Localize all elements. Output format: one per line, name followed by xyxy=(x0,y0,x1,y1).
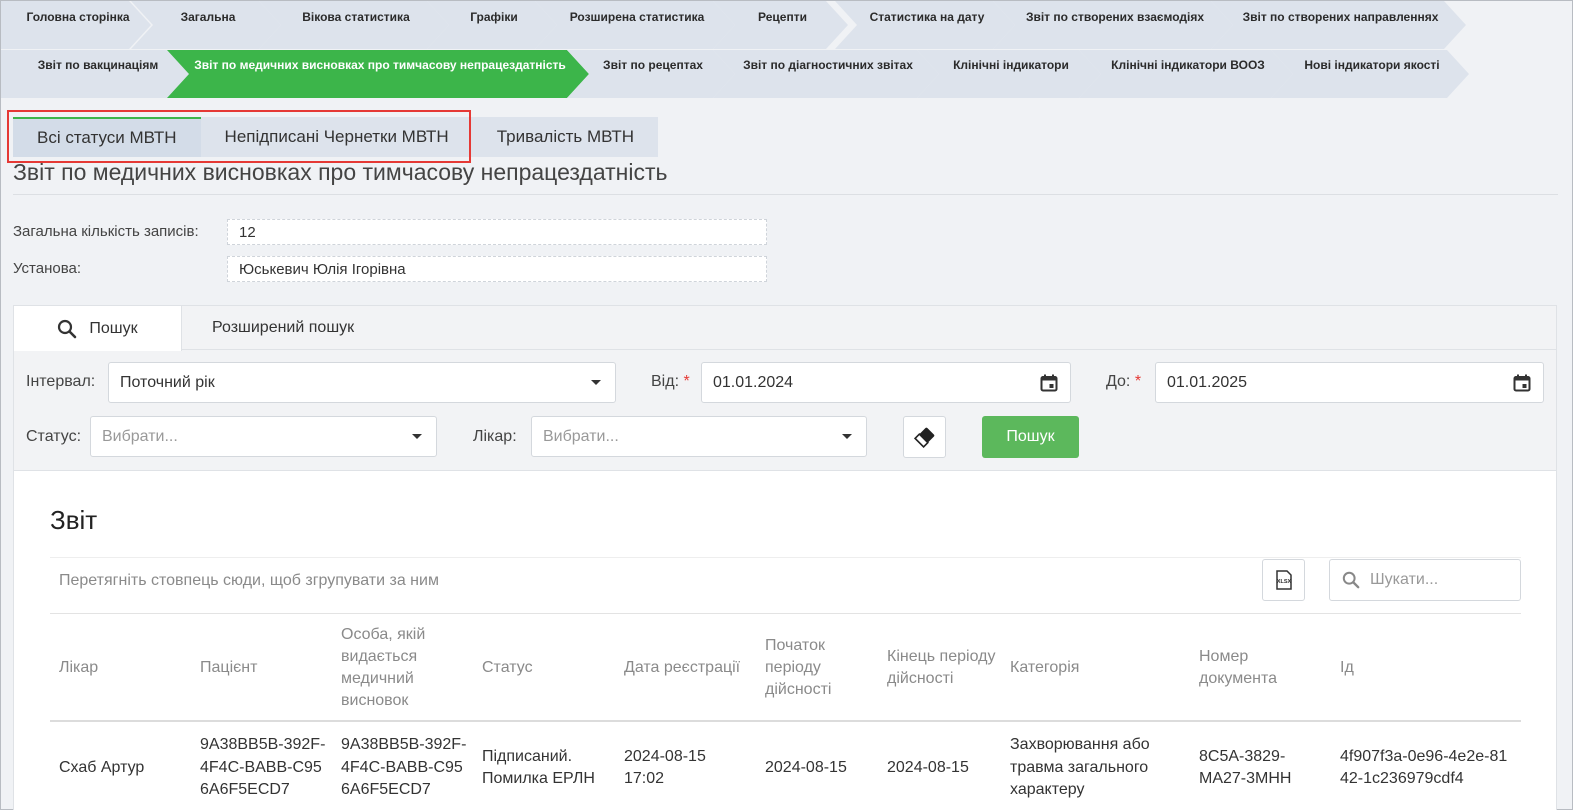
search-button[interactable]: Пошук xyxy=(982,416,1079,458)
from-date-input[interactable]: 01.01.2024 xyxy=(701,362,1071,403)
grid-header: Лікар Пацієнт Особа, якій видається меди… xyxy=(50,614,1521,722)
interval-value: Поточний рік xyxy=(120,373,215,391)
page-title: Звіт по медичних висновках про тимчасову… xyxy=(13,159,668,185)
chevron-down-icon xyxy=(842,434,852,439)
group-panel[interactable]: Перетягніть стовпець сюди, щоб згрупуват… xyxy=(50,557,1521,614)
search-tabs: Пошук Розширений пошук xyxy=(14,306,1556,351)
to-label: До: * xyxy=(1106,373,1142,390)
nav-vaccinations[interactable]: Звіт по вакцинаціям xyxy=(1,50,191,98)
chevron-down-icon xyxy=(591,380,601,385)
export-xlsx-button[interactable]: XLSX xyxy=(1262,559,1305,601)
tab-all-statuses[interactable]: Всі статуси МВТН xyxy=(13,117,201,157)
doctor-select[interactable]: Вибрати... xyxy=(531,416,867,457)
cell-recipient: 9A38BB5B-392F-4F4C-BABB-C956A6F5ECD7 xyxy=(341,736,467,799)
cell-status: Підписаний. Помилка ЕРЛН xyxy=(482,747,595,788)
institution-value: Юськевич Юлія Ігорівна xyxy=(227,256,767,282)
nav-mvtn-report[interactable]: Звіт по медичних висновках про тимчасову… xyxy=(167,50,589,98)
status-placeholder: Вибрати... xyxy=(102,427,178,445)
tab-advanced-search[interactable]: Розширений пошук xyxy=(182,306,354,350)
clear-filters-button[interactable] xyxy=(903,416,946,458)
divider xyxy=(13,194,1558,195)
from-date-value: 01.01.2024 xyxy=(713,373,794,391)
cell-id: 4f907f3a-0e96-4e2e-8142-1c236979cdf4 xyxy=(1340,747,1508,788)
table-row[interactable]: Схаб Артур 9A38BB5B-392F-4F4C-BABB-C956A… xyxy=(50,723,1521,810)
col-header-doctor[interactable]: Лікар xyxy=(59,614,189,722)
search-panel: Пошук Розширений пошук Інтервал: Поточни… xyxy=(13,305,1557,471)
report-title: Звіт xyxy=(50,505,98,535)
total-records-value: 12 xyxy=(227,219,767,245)
interval-select[interactable]: Поточний рік xyxy=(108,362,616,403)
nav-prescriptions-report[interactable]: Звіт по рецептах xyxy=(567,50,735,98)
status-select[interactable]: Вибрати... xyxy=(90,416,437,457)
nav-stats-by-date[interactable]: Статистика на дату xyxy=(835,1,1015,49)
nav-diagnostic-reports[interactable]: Звіт по діагностичних звітах xyxy=(713,50,939,98)
to-date-value: 01.01.2025 xyxy=(1167,373,1248,391)
cell-reg-date: 2024-08-15 17:02 xyxy=(624,747,706,788)
nav-quality-indicators[interactable]: Нові індикатори якості xyxy=(1271,50,1469,98)
mvtn-subtabs: Всі статуси МВТН Непідписані Чернетки МВ… xyxy=(13,117,658,157)
search-icon xyxy=(1342,571,1360,589)
nav-extended-stats[interactable]: Розширена статистика xyxy=(535,1,735,49)
tab-basic-search-label: Пошук xyxy=(89,319,138,337)
group-hint: Перетягніть стовпець сюди, щоб згрупуват… xyxy=(59,572,439,589)
cell-doc-number: 8C5A-3829-MA27-3MHH xyxy=(1199,747,1292,788)
col-header-reg-date[interactable]: Дата реєстрації xyxy=(624,614,754,722)
cell-patient: 9A38BB5B-392F-4F4C-BABB-C956A6F5ECD7 xyxy=(200,736,326,799)
cell-period-start: 2024-08-15 xyxy=(765,758,847,776)
col-header-status[interactable]: Статус xyxy=(482,614,612,722)
tab-unsigned-drafts[interactable]: Непідписані Чернетки МВТН xyxy=(200,117,473,157)
total-records-label: Загальна кількість записів: xyxy=(13,223,199,240)
nav-clinical-indicators[interactable]: Клінічні індикатори xyxy=(917,50,1101,98)
col-header-period-end[interactable]: Кінець періоду дійсності xyxy=(887,614,997,722)
col-header-doc-number[interactable]: Номер документа xyxy=(1199,614,1319,722)
report-section: Звіт Перетягніть стовпець сюди, щоб згру… xyxy=(13,471,1557,810)
col-header-patient[interactable]: Пацієнт xyxy=(200,614,330,722)
cell-period-end: 2024-08-15 xyxy=(887,758,969,776)
grid-search-input[interactable]: Шукати... xyxy=(1329,559,1521,601)
col-header-recipient[interactable]: Особа, якій видається медичний висновок xyxy=(341,614,471,722)
nav-age-stats[interactable]: Вікова статистика xyxy=(259,1,449,49)
xlsx-icon: XLSX xyxy=(1275,570,1292,590)
col-header-category[interactable]: Категорія xyxy=(1010,614,1180,722)
svg-text:XLSX: XLSX xyxy=(1276,579,1291,585)
cell-category: Захворювання або травма загального харак… xyxy=(1010,736,1150,799)
institution-label: Установа: xyxy=(13,260,82,277)
nav-interactions-report[interactable]: Звіт по створених взаємодіях xyxy=(993,1,1233,49)
cell-doctor: Схаб Артур xyxy=(59,758,145,776)
tab-basic-search[interactable]: Пошук xyxy=(14,306,182,351)
nav-home[interactable]: Головна сторінка xyxy=(1,1,151,49)
search-icon xyxy=(58,319,77,338)
doctor-placeholder: Вибрати... xyxy=(543,427,619,445)
calendar-icon[interactable] xyxy=(1513,374,1531,392)
doctor-label: Лікар: xyxy=(473,428,517,445)
nav-referrals-report[interactable]: Звіт по створених направленнях xyxy=(1211,1,1466,49)
calendar-icon[interactable] xyxy=(1040,374,1058,392)
tab-duration[interactable]: Тривалість МВТН xyxy=(472,117,658,157)
nav-general[interactable]: Загальна xyxy=(131,1,281,49)
status-label: Статус: xyxy=(26,428,82,445)
col-header-period-start[interactable]: Початок періоду дійсності xyxy=(765,614,875,722)
interval-label: Інтервал: xyxy=(26,373,96,390)
chevron-down-icon xyxy=(412,434,422,439)
from-label: Від: * xyxy=(651,373,690,390)
nav-who-indicators[interactable]: Клінічні індикатори ВООЗ xyxy=(1079,50,1293,98)
to-date-input[interactable]: 01.01.2025 xyxy=(1155,362,1544,403)
eraser-icon xyxy=(913,427,934,448)
grid-search-placeholder: Шукати... xyxy=(1370,571,1439,588)
col-header-id[interactable]: Ід xyxy=(1340,614,1510,722)
